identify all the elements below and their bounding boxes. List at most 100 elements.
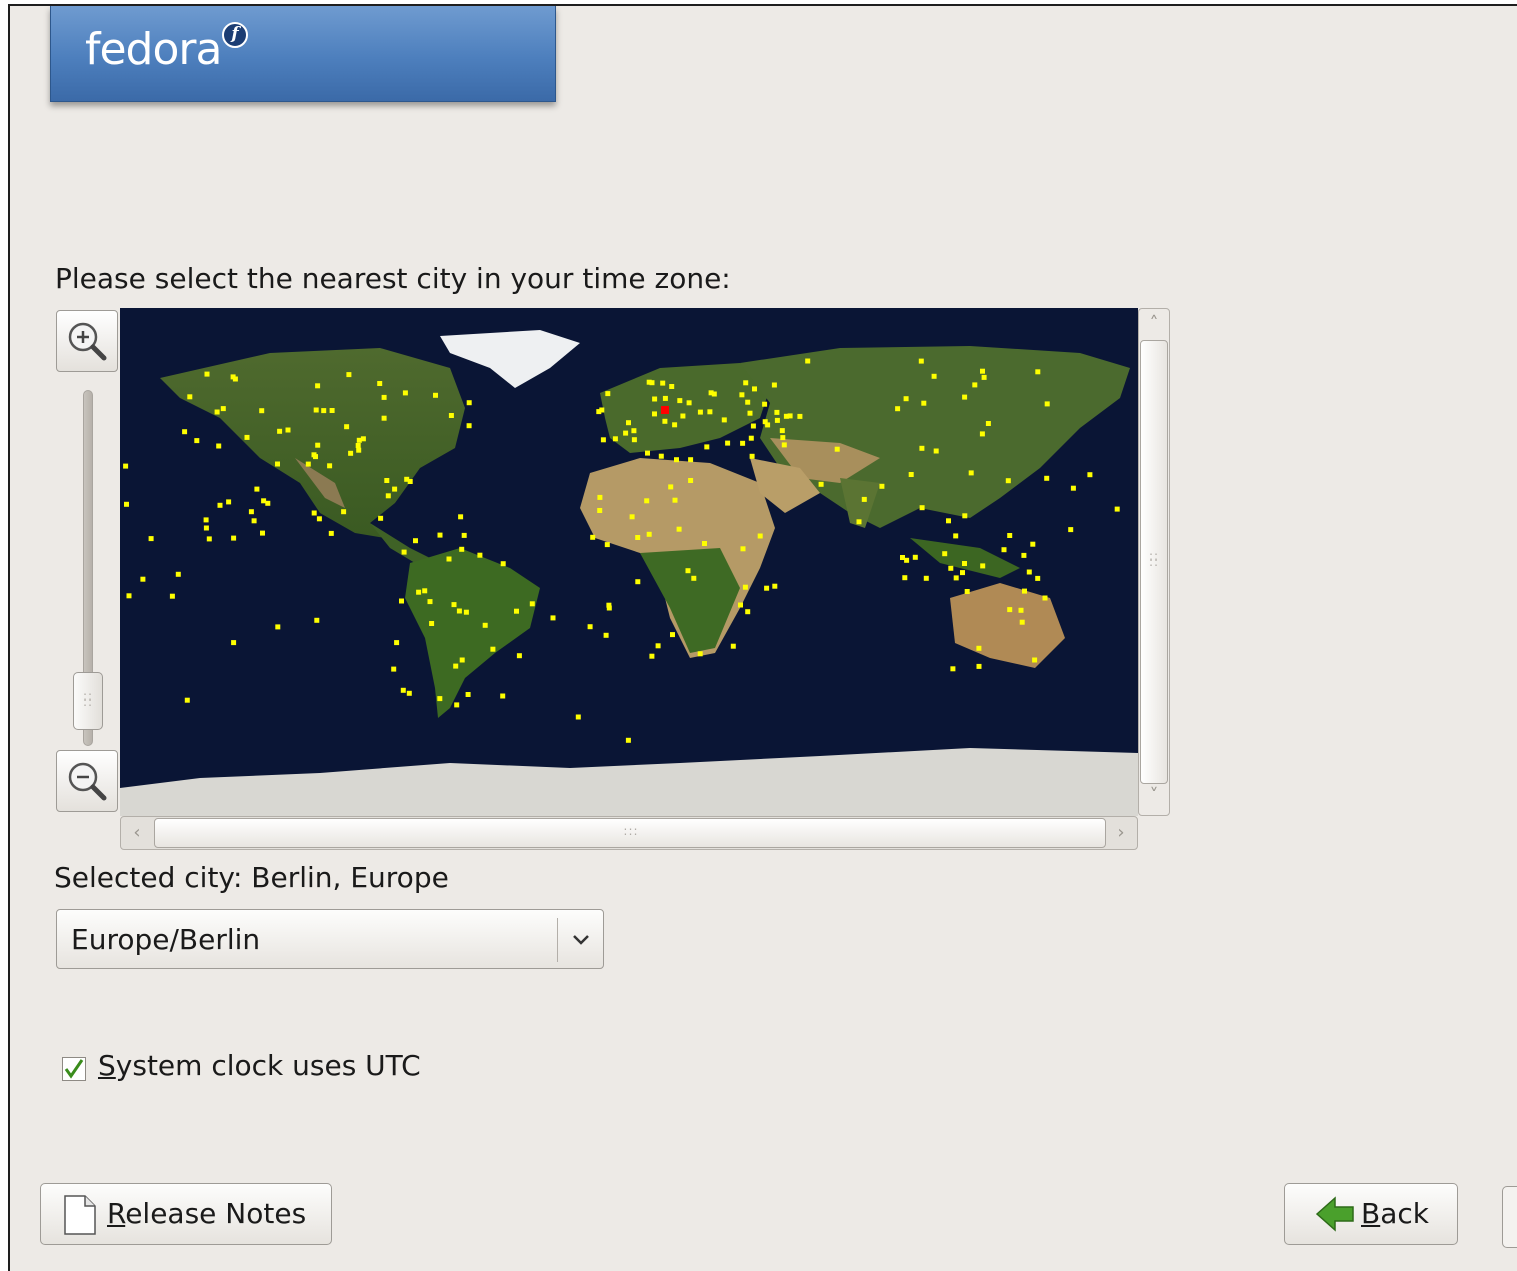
city-marker[interactable]: [1035, 575, 1041, 581]
city-marker[interactable]: [355, 443, 361, 448]
city-marker[interactable]: [818, 481, 824, 487]
city-marker[interactable]: [764, 585, 770, 591]
city-marker[interactable]: [652, 396, 658, 402]
city-marker[interactable]: [254, 486, 260, 492]
city-marker[interactable]: [635, 579, 641, 585]
city-marker[interactable]: [979, 431, 985, 437]
city-marker[interactable]: [931, 373, 937, 379]
city-marker[interactable]: [644, 498, 650, 504]
next-button-partial[interactable]: [1502, 1186, 1517, 1248]
city-marker[interactable]: [1044, 401, 1050, 407]
city-marker[interactable]: [645, 450, 650, 456]
city-marker[interactable]: [1005, 478, 1011, 484]
city-marker[interactable]: [962, 561, 967, 566]
city-marker[interactable]: [456, 608, 462, 614]
city-marker[interactable]: [328, 530, 334, 536]
city-marker[interactable]: [437, 532, 443, 538]
city-marker[interactable]: [740, 440, 746, 446]
city-marker[interactable]: [182, 429, 188, 435]
city-marker[interactable]: [861, 496, 867, 502]
release-notes-button[interactable]: Release Notes: [40, 1183, 332, 1245]
city-marker[interactable]: [448, 413, 454, 418]
city-marker[interactable]: [459, 657, 465, 663]
city-marker[interactable]: [392, 486, 398, 492]
city-marker[interactable]: [437, 696, 443, 702]
city-marker[interactable]: [702, 541, 707, 546]
city-marker[interactable]: [919, 445, 925, 451]
city-marker[interactable]: [660, 380, 666, 386]
city-marker[interactable]: [596, 409, 602, 415]
city-marker[interactable]: [597, 494, 603, 500]
city-marker[interactable]: [649, 380, 655, 386]
city-marker[interactable]: [391, 666, 397, 672]
city-marker[interactable]: [686, 400, 692, 406]
city-marker[interactable]: [259, 408, 265, 414]
city-marker[interactable]: [658, 453, 664, 459]
city-marker[interactable]: [677, 398, 683, 404]
city-marker[interactable]: [985, 421, 991, 426]
city-marker[interactable]: [381, 394, 387, 400]
city-marker[interactable]: [704, 444, 710, 450]
city-marker[interactable]: [685, 568, 691, 574]
city-marker[interactable]: [921, 400, 927, 406]
city-marker[interactable]: [895, 406, 901, 412]
city-marker[interactable]: [597, 508, 603, 513]
city-marker[interactable]: [404, 476, 410, 482]
city-marker[interactable]: [187, 394, 193, 400]
city-marker[interactable]: [771, 382, 777, 388]
city-marker[interactable]: [745, 399, 751, 405]
city-marker[interactable]: [918, 358, 924, 364]
city-marker[interactable]: [1032, 657, 1038, 663]
city-marker[interactable]: [757, 533, 763, 539]
city-marker[interactable]: [976, 645, 982, 651]
utc-checkbox-label[interactable]: System clock uses UTC: [98, 1049, 421, 1082]
zoom-slider-handle[interactable]: ::::: [73, 672, 103, 730]
chevron-down-icon[interactable]: [563, 926, 599, 954]
city-marker[interactable]: [1044, 475, 1050, 481]
city-marker[interactable]: [1001, 547, 1007, 553]
city-marker[interactable]: [968, 470, 974, 476]
city-marker[interactable]: [750, 423, 756, 429]
world-map[interactable]: [120, 308, 1138, 816]
city-marker[interactable]: [413, 538, 418, 544]
city-marker[interactable]: [275, 461, 280, 467]
city-marker[interactable]: [402, 390, 408, 396]
city-marker[interactable]: [980, 368, 985, 374]
scroll-left-icon[interactable]: ‹: [129, 822, 145, 843]
city-marker[interactable]: [123, 463, 129, 469]
city-marker[interactable]: [707, 409, 713, 415]
city-marker[interactable]: [749, 453, 755, 459]
city-marker[interactable]: [604, 542, 610, 548]
city-marker[interactable]: [305, 461, 311, 467]
city-marker[interactable]: [453, 663, 459, 669]
city-marker[interactable]: [953, 575, 959, 581]
city-marker[interactable]: [781, 442, 787, 448]
city-marker[interactable]: [203, 517, 209, 523]
city-marker[interactable]: [500, 561, 506, 567]
city-marker[interactable]: [231, 535, 237, 541]
city-marker[interactable]: [919, 505, 925, 511]
city-marker[interactable]: [140, 576, 146, 582]
city-marker[interactable]: [124, 501, 129, 507]
city-marker[interactable]: [629, 514, 635, 520]
city-marker[interactable]: [348, 450, 354, 456]
city-marker[interactable]: [635, 535, 641, 540]
city-marker[interactable]: [454, 702, 460, 708]
city-marker[interactable]: [1007, 533, 1013, 538]
city-marker[interactable]: [356, 447, 362, 453]
city-marker[interactable]: [401, 549, 407, 555]
city-marker[interactable]: [972, 382, 978, 388]
city-marker[interactable]: [313, 407, 319, 413]
city-marker[interactable]: [625, 737, 631, 743]
city-marker[interactable]: [217, 502, 223, 508]
city-marker[interactable]: [204, 371, 210, 377]
city-marker[interactable]: [626, 420, 631, 426]
city-marker[interactable]: [697, 651, 703, 657]
city-marker[interactable]: [422, 588, 428, 594]
city-marker[interactable]: [126, 593, 132, 599]
city-marker[interactable]: [344, 424, 350, 430]
city-marker[interactable]: [1035, 369, 1041, 375]
city-marker[interactable]: [466, 423, 472, 429]
city-marker[interactable]: [231, 640, 237, 646]
city-marker[interactable]: [1026, 569, 1032, 575]
